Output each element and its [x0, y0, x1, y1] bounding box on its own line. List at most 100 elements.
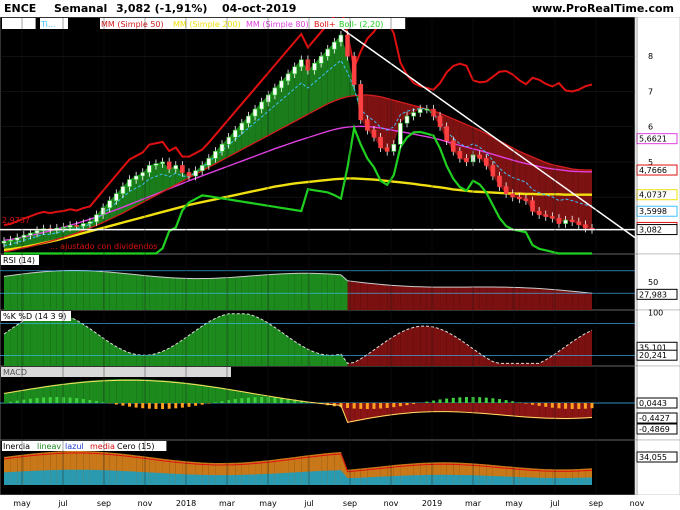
- price-label-3-082: 3,082: [639, 226, 662, 235]
- xlabel-8: sep: [343, 499, 357, 508]
- rsi-area-segment: [545, 288, 553, 310]
- price-ytick-7: 7: [648, 87, 653, 96]
- macd-histogram-bar: [531, 403, 535, 405]
- stoch-area-segment: [426, 326, 434, 366]
- xlabel-9: nov: [384, 499, 399, 508]
- candle-body: [193, 170, 198, 177]
- stoch-area-segment: [70, 317, 77, 366]
- rsi-area-segment: [400, 285, 408, 310]
- xlabel-10: 2019: [422, 499, 442, 508]
- rsi-area-segment: [228, 277, 236, 310]
- candle-body: [232, 129, 238, 138]
- inertia-inner-segment: [208, 474, 216, 485]
- inertia-inner-segment: [400, 475, 408, 485]
- inertia-inner-segment: [373, 476, 381, 485]
- macd-area-segment: [446, 403, 454, 413]
- candle-body: [140, 172, 146, 177]
- xlabel-7: jul: [303, 499, 314, 508]
- chart-canvas[interactable]: Precio Ti... MM (Simple 50) MM (Simple 200)…: [0, 17, 680, 510]
- rsi-area-segment: [479, 286, 487, 310]
- legend-ti-: Ti...: [40, 20, 56, 29]
- quote-label: 3,082 (-1,91%): [116, 2, 208, 15]
- macd-histogram-bar: [94, 400, 98, 403]
- stoch-area-segment: [136, 354, 143, 366]
- rsi-area-segment: [96, 271, 104, 310]
- rsi-area-segment: [182, 278, 189, 310]
- macd-histogram-bar: [425, 401, 429, 403]
- stoch-area-segment: [188, 330, 196, 366]
- macd-area-segment: [486, 403, 493, 415]
- macd-histogram-bar: [35, 397, 39, 403]
- inertia-inner-segment: [155, 472, 163, 485]
- inertia-inner-segment: [433, 474, 441, 485]
- macd-histogram-bar: [352, 403, 356, 409]
- rsi-area-segment: [440, 287, 447, 310]
- candle-body: [503, 186, 509, 194]
- macd-histogram-bar: [75, 398, 79, 403]
- macd-title: MACD: [3, 368, 27, 377]
- candle-body: [279, 80, 284, 89]
- inertia-inner-segment: [43, 470, 51, 485]
- candle-body: [477, 154, 482, 159]
- rsi-area-segment: [43, 271, 51, 310]
- candle-body: [127, 179, 132, 187]
- rsi-area-segment: [142, 275, 150, 310]
- macd-histogram-bar: [557, 403, 561, 409]
- macd-histogram-bar: [431, 400, 435, 403]
- stoch-area-segment: [407, 327, 414, 366]
- inertia-inner-segment: [519, 477, 526, 485]
- candle-body: [114, 193, 119, 201]
- macd-histogram-bar: [147, 403, 151, 409]
- rsi-value-label: 27,983: [639, 290, 667, 299]
- rsi-area-segment: [288, 273, 295, 310]
- macd-histogram-bar: [451, 397, 455, 403]
- candle-body: [28, 232, 33, 236]
- price-label-3-5998: 3,5998: [639, 207, 667, 216]
- candle-body: [417, 108, 423, 113]
- macd-area-segment: [149, 379, 156, 403]
- inertia-inner-segment: [261, 473, 269, 485]
- stoch-area-segment: [155, 351, 163, 366]
- macd-area-segment: [440, 403, 447, 413]
- rsi-area-segment: [367, 283, 374, 310]
- inertia-inner-segment: [10, 471, 18, 485]
- candle-body: [569, 219, 575, 223]
- inertia-inner-segment: [558, 477, 566, 485]
- candle-body: [166, 161, 172, 170]
- rsi-area-segment: [532, 288, 540, 310]
- macd-histogram-bar: [240, 398, 244, 403]
- rsi-area-segment: [56, 270, 64, 310]
- macd-area-segment: [420, 403, 427, 413]
- candle-body: [543, 214, 549, 217]
- candle-body: [332, 41, 337, 50]
- rsi-area-segment: [89, 270, 97, 310]
- stoch-area-segment: [400, 329, 408, 366]
- macd-area-segment: [175, 381, 183, 403]
- macd-histogram-bar: [114, 403, 118, 405]
- stoch-area-segment: [195, 326, 203, 366]
- rsi-area-segment: [215, 277, 223, 310]
- macd-area-segment: [122, 379, 130, 403]
- candle-body: [94, 214, 99, 223]
- inertia-inner-segment: [453, 474, 460, 485]
- rsi-area-segment: [109, 272, 117, 310]
- candle-body: [272, 87, 278, 96]
- price-ytick-6: 6: [648, 123, 653, 132]
- inertia-inner-segment: [89, 469, 97, 485]
- rsi-title: RSI (14): [3, 256, 35, 265]
- candle-body: [226, 136, 231, 145]
- macd-histogram-bar: [134, 403, 138, 408]
- candle-body: [246, 115, 251, 124]
- xlabel-3: nov: [138, 499, 153, 508]
- stoch-area-segment: [420, 326, 427, 366]
- macd-histogram-bar: [398, 403, 402, 407]
- inertia-inner-segment: [459, 474, 467, 485]
- candle-body: [305, 59, 311, 71]
- macd-histogram-bar: [498, 399, 502, 403]
- rsi-area-segment: [578, 291, 586, 310]
- stoch-area-segment: [453, 335, 460, 366]
- candle-body: [424, 108, 430, 111]
- stoch-area-segment: [76, 320, 84, 366]
- stoch-area-segment: [261, 319, 269, 366]
- xlabel-14: sep: [589, 499, 603, 508]
